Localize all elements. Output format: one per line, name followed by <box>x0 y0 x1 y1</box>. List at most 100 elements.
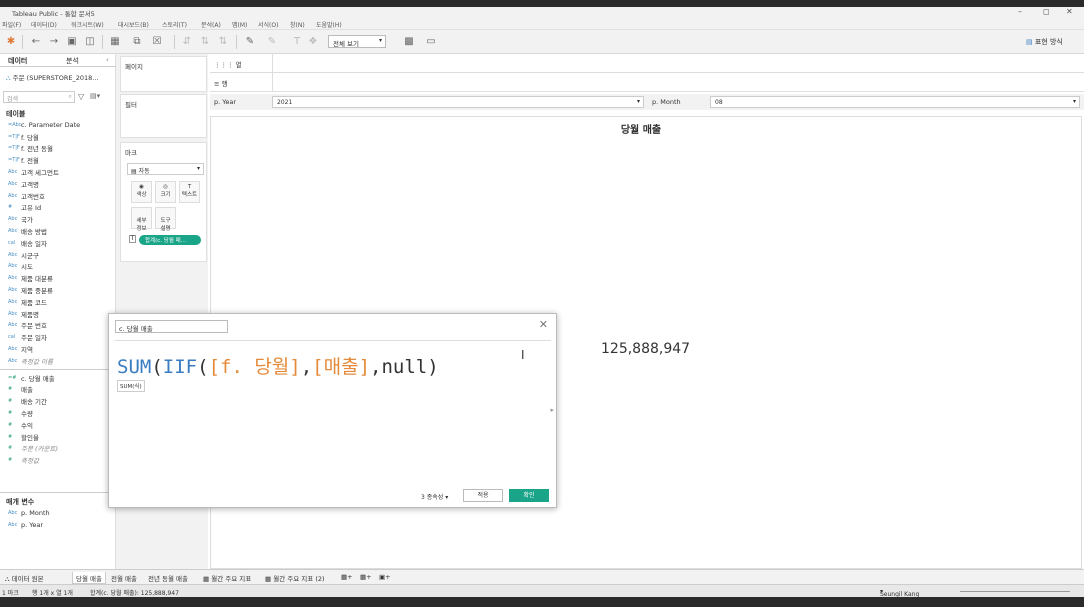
ok-button[interactable]: 확인 <box>509 489 549 502</box>
size-button[interactable]: ◎ 크기 <box>155 181 176 203</box>
field-item[interactable]: =Abc c. Parameter Date <box>0 119 116 131</box>
menu-data[interactable]: 데이터(D) <box>31 20 57 29</box>
measure-item[interactable]: # 주문 (카운트) <box>0 443 116 455</box>
field-item[interactable]: Abc 시도 <box>0 261 116 273</box>
field-item[interactable]: Abc 고객 세그먼트 <box>0 166 116 178</box>
dependencies-dropdown[interactable]: 3 종속성 ▾ <box>421 492 448 501</box>
sheet-tab[interactable]: 전년 동월 매출 <box>145 572 191 584</box>
close-icon[interactable]: ✕ <box>539 318 548 331</box>
measure-item[interactable]: # 배송 기간 <box>0 395 116 407</box>
pages-card[interactable]: 페이지 <box>120 56 207 92</box>
menu-window[interactable]: 창(N) <box>290 20 305 29</box>
user-menu[interactable]: Seungil Kang ▾ <box>880 588 919 598</box>
parameter-item[interactable]: Abc p. Month <box>0 507 116 519</box>
tableau-logo-icon[interactable]: ✱ <box>4 35 18 49</box>
sheet-tab[interactable]: 당월 매출 <box>72 572 106 584</box>
calc-name-input[interactable]: c. 당월 매출 <box>115 320 228 333</box>
month-param-select[interactable]: 08 ▾ <box>710 96 1080 108</box>
detail-button[interactable]: 세부 정보 <box>131 207 152 232</box>
formula-editor[interactable]: SUM(IIF([f. 당월],[매출],null) <box>117 352 439 379</box>
measure-item[interactable]: # 할인율 <box>0 431 116 443</box>
filter-icon[interactable]: ▽ <box>78 92 84 101</box>
undo-icon[interactable]: ← <box>29 35 43 49</box>
dashboard-tab[interactable]: ▦ 월간 주요 지표 (2) <box>262 572 328 584</box>
sheet-tab[interactable]: 전월 매출 <box>108 572 140 584</box>
kpi-value[interactable]: 125,888,947 <box>601 341 690 357</box>
swap-icon[interactable]: ⇵ <box>180 35 194 49</box>
year-param-select[interactable]: 2021 ▾ <box>272 96 644 108</box>
field-item[interactable]: Abc 주문 번호 <box>0 320 116 332</box>
new-worksheet-icon[interactable]: ▦ <box>108 35 122 49</box>
menu-map[interactable]: 맵(M) <box>232 20 247 29</box>
field-item[interactable]: =T|F f. 전월 <box>0 154 116 166</box>
dashboard-tab[interactable]: ▦ 월간 주요 지표 <box>200 572 254 584</box>
new-datasource-icon[interactable]: ◫ <box>83 35 97 49</box>
search-input[interactable]: 검색 ⌕ <box>3 91 75 103</box>
label-icon[interactable]: T <box>290 35 304 49</box>
parameter-item[interactable]: Abc p. Year <box>0 519 116 531</box>
field-item[interactable]: Abc 제품 코드 <box>0 296 116 308</box>
field-item[interactable]: # 고유 Id <box>0 202 116 214</box>
field-item[interactable]: cal 배송 일자 <box>0 237 116 249</box>
group-icon[interactable]: ✎ <box>265 35 279 49</box>
field-item[interactable]: Abc 제품 대분류 <box>0 272 116 284</box>
field-item[interactable]: Abc 배송 방법 <box>0 225 116 237</box>
tab-datasource[interactable]: ⛬ 데이터 원본 <box>2 572 47 584</box>
new-story-tab-icon[interactable]: ▣+ <box>376 572 394 584</box>
menu-format[interactable]: 서식(O) <box>258 20 278 29</box>
presentation-icon[interactable]: ▭ <box>424 35 438 49</box>
rows-drop-zone[interactable] <box>272 73 1084 92</box>
card-toggle-icon[interactable]: ▩ <box>402 35 416 49</box>
close-window-icon[interactable]: ✕ <box>1066 7 1073 16</box>
menu-file[interactable]: 파일(F) <box>2 20 21 29</box>
field-item[interactable]: =T|F f. 당월 <box>0 131 116 143</box>
new-worksheet-tab-icon[interactable]: ▦+ <box>338 572 356 584</box>
measure-item[interactable]: # 측정값 <box>0 454 116 466</box>
field-item[interactable]: Abc 고객번호 <box>0 190 116 202</box>
menu-analysis[interactable]: 분석(A) <box>201 20 221 29</box>
menu-worksheet[interactable]: 워크시트(W) <box>71 20 104 29</box>
sort-desc-icon[interactable]: ⇅ <box>216 35 230 49</box>
field-item[interactable]: Abc 측정값 이름 <box>0 355 116 367</box>
menu-dashboard[interactable]: 대시보드(B) <box>118 20 149 29</box>
duplicate-sheet-icon[interactable]: ⧉ <box>130 35 144 49</box>
highlight-icon[interactable]: ✎ <box>243 35 257 49</box>
minimize-icon[interactable]: – <box>1018 7 1022 16</box>
field-item[interactable]: cal 주문 일자 <box>0 331 116 343</box>
text-button[interactable]: T 텍스트 <box>179 181 200 203</box>
filters-card[interactable]: 필터 <box>120 94 207 138</box>
expand-panel-icon[interactable]: ▸ <box>550 406 554 414</box>
fit-view-select[interactable]: 전체 보기 ▾ <box>328 35 386 48</box>
tab-data[interactable]: 데이터 <box>8 56 27 66</box>
menu-help[interactable]: 도움말(H) <box>316 20 342 29</box>
save-icon[interactable]: ▣ <box>65 35 79 49</box>
maximize-icon[interactable]: ◻ <box>1043 7 1050 16</box>
field-item[interactable]: Abc 고객명 <box>0 178 116 190</box>
measure-item[interactable]: # 수량 <box>0 407 116 419</box>
measure-item[interactable]: # 매출 <box>0 384 116 396</box>
sort-asc-icon[interactable]: ⇅ <box>198 35 212 49</box>
pin-icon[interactable]: ❖ <box>306 35 320 49</box>
redo-icon[interactable]: → <box>47 35 61 49</box>
tab-analytics[interactable]: 분석 <box>66 56 79 66</box>
columns-drop-zone[interactable] <box>272 54 1084 73</box>
field-item[interactable]: Abc 국가 <box>0 213 116 225</box>
mark-type-select[interactable]: ▤ 자동 ▾ <box>127 163 204 175</box>
zoom-track[interactable] <box>960 591 1070 592</box>
measure-pill[interactable]: 합계(c. 당월 매... <box>139 235 201 245</box>
field-item[interactable]: Abc 지역 <box>0 343 116 355</box>
new-dashboard-tab-icon[interactable]: ▦+ <box>357 572 375 584</box>
field-item[interactable]: Abc 제품명 <box>0 308 116 320</box>
measure-item[interactable]: # 수익 <box>0 419 116 431</box>
field-item[interactable]: Abc 시군구 <box>0 249 116 261</box>
tooltip-button[interactable]: 도구 설명 <box>155 207 176 232</box>
clear-sheet-icon[interactable]: ☒ <box>150 35 164 49</box>
show-me-button[interactable]: ▤ 표현 방식 <box>1026 37 1063 47</box>
datasource-item[interactable]: ⛬ 주문 (SUPERSTORE_2018... <box>6 72 98 83</box>
collapse-icon[interactable]: ‹ <box>106 56 109 64</box>
view-options-icon[interactable]: ▤▾ <box>90 92 100 100</box>
field-item[interactable]: Abc 제품 중분류 <box>0 284 116 296</box>
color-button[interactable]: ◉ 색상 <box>131 181 152 203</box>
menu-story[interactable]: 스토리(T) <box>162 20 187 29</box>
field-item[interactable]: =T|F f. 전년 동월 <box>0 143 116 155</box>
